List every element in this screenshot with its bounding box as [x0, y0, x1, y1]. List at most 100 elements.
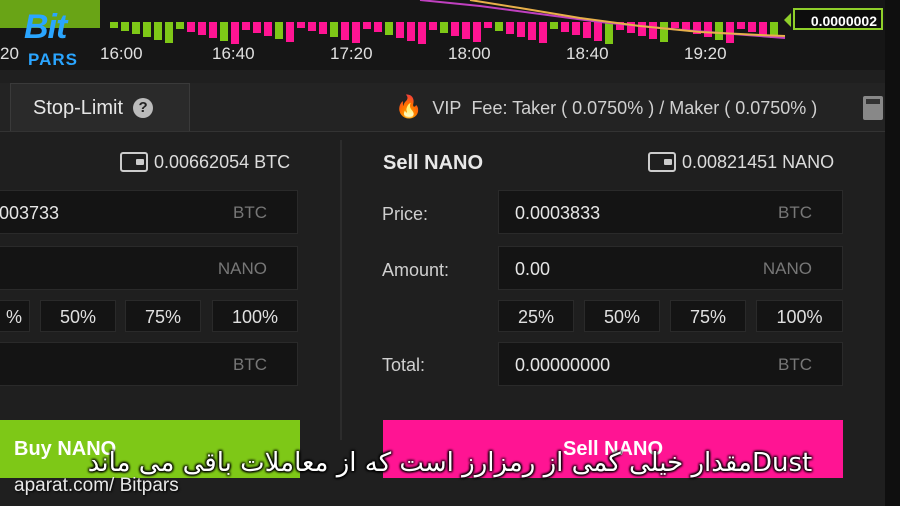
tab-stop-limit[interactable]: Stop-Limit? — [10, 83, 190, 131]
buy-panel: 0.00662054 BTC 003733 BTC NANO % 50% 75%… — [0, 132, 340, 478]
wallet-icon — [120, 152, 148, 172]
volume-bar — [715, 22, 723, 40]
time-label: 19:20 — [684, 44, 727, 63]
volume-bar — [187, 22, 195, 32]
vip-label: VIP — [432, 98, 462, 118]
time-label: 18:40 — [566, 44, 609, 63]
volume-bar — [506, 22, 514, 34]
volume-bar — [462, 22, 470, 39]
fee-text: Fee: Taker ( 0.0750% ) / Maker ( 0.0750%… — [471, 98, 818, 118]
volume-bar — [561, 22, 569, 32]
buy-balance: 0.00662054 BTC — [120, 152, 290, 173]
time-label: 20 — [0, 44, 19, 63]
sell-amount-unit: NANO — [762, 259, 812, 278]
logo-big-text: Bit — [24, 8, 67, 46]
fire-icon: 🔥 — [395, 94, 423, 119]
sell-amount-input[interactable]: 0.00 NANO — [498, 246, 843, 290]
volume-bar — [704, 22, 712, 37]
volume-bar — [374, 22, 382, 32]
buy-price-value: 003733 — [0, 203, 60, 223]
volume-bar — [242, 22, 250, 30]
sell-panel: Sell NANO 0.00821451 NANO Price: 0.00038… — [345, 132, 885, 478]
volume-bar — [495, 22, 503, 31]
volume-bar — [429, 22, 437, 30]
volume-bar — [473, 22, 481, 42]
volume-bar — [550, 22, 558, 29]
time-label: 18:00 — [448, 44, 491, 63]
fee-info: 🔥 VIP Fee: Taker ( 0.0750% ) / Maker ( 0.… — [395, 83, 817, 131]
volume-bar — [671, 22, 679, 28]
volume-bar — [176, 22, 184, 29]
sell-balance: 0.00821451 NANO — [648, 152, 834, 173]
volume-bar — [330, 22, 338, 37]
time-label: 16:40 — [212, 44, 255, 63]
sell-price-label: Price: — [382, 204, 429, 224]
sell-title: Sell NANO — [383, 152, 484, 174]
sell-amount-label: Amount: — [382, 260, 450, 280]
volume-bar — [297, 22, 305, 28]
volume-bar — [418, 22, 426, 44]
help-icon[interactable]: ? — [133, 98, 154, 118]
price-chart: 20 16:00 16:40 17:20 18:00 18:40 19:20 0… — [0, 0, 900, 70]
sell-total-unit: BTC — [778, 355, 812, 374]
scrollbar-track[interactable] — [885, 0, 900, 506]
volume-bar — [275, 22, 283, 39]
volume-bar — [209, 22, 217, 38]
volume-bar — [737, 22, 745, 29]
volume-bar — [660, 22, 668, 42]
bitpars-logo: Bit PARS — [22, 8, 112, 72]
buy-pct-100-button[interactable]: 100% — [212, 300, 298, 332]
volume-bar — [220, 22, 228, 41]
volume-bar — [341, 22, 349, 40]
volume-bar — [231, 22, 239, 44]
buy-pct-75-button[interactable]: 75% — [125, 300, 201, 332]
sell-balance-value: 0.00821451 NANO — [682, 152, 835, 172]
buy-total-unit: BTC — [233, 355, 267, 374]
volume-bar — [165, 22, 173, 43]
sell-price-value: 0.0003833 — [515, 203, 601, 223]
sell-pct-50-button[interactable]: 50% — [584, 300, 660, 332]
buy-pct-25-button[interactable]: % — [0, 300, 30, 332]
volume-bar — [154, 22, 162, 40]
sell-total-value: 0.00000000 — [515, 355, 611, 375]
volume-bar — [121, 22, 129, 31]
buy-amount-input[interactable]: NANO — [0, 246, 298, 290]
buy-price-unit: BTC — [233, 203, 267, 222]
buy-total-input[interactable]: BTC — [0, 342, 298, 386]
volume-bar — [517, 22, 525, 37]
volume-bar — [605, 22, 613, 44]
sell-price-unit: BTC — [778, 203, 812, 222]
volume-bar — [759, 22, 767, 35]
sell-total-label: Total: — [382, 355, 426, 375]
volume-bar — [352, 22, 360, 43]
volume-bar — [253, 22, 261, 33]
calculator-icon[interactable] — [863, 96, 883, 120]
sell-price-input[interactable]: 0.0003833 BTC — [498, 190, 843, 234]
buy-price-input[interactable]: 003733 BTC — [0, 190, 298, 234]
sell-pct-25-button[interactable]: 25% — [498, 300, 574, 332]
volume-bar — [539, 22, 547, 43]
buy-pct-50-button[interactable]: 50% — [40, 300, 116, 332]
volume-bar — [132, 22, 140, 34]
logo-small-text: PARS — [28, 50, 78, 69]
sell-pct-75-button[interactable]: 75% — [670, 300, 746, 332]
volume-bar — [451, 22, 459, 36]
volume-bar — [143, 22, 151, 37]
aparat-watermark: aparat.com/ Bitpars — [14, 475, 179, 496]
sell-total-input[interactable]: 0.00000000 BTC — [498, 342, 843, 386]
volume-bar — [572, 22, 580, 35]
volume-bar — [484, 22, 492, 28]
time-label: 17:20 — [330, 44, 373, 63]
buy-balance-value: 0.00662054 BTC — [154, 152, 291, 172]
volume-bar — [638, 22, 646, 36]
volume-bar — [583, 22, 591, 38]
sell-pct-100-button[interactable]: 100% — [756, 300, 843, 332]
volume-bar — [407, 22, 415, 41]
buy-amount-unit: NANO — [217, 259, 267, 278]
panel-divider — [340, 140, 342, 440]
volume-bar — [528, 22, 536, 40]
volume-bar — [286, 22, 294, 42]
volume-bar — [396, 22, 404, 38]
volume-bar — [385, 22, 393, 35]
video-subtitle: Dustمقدار خیلی کمی از رمزارز است که از م… — [87, 448, 813, 478]
